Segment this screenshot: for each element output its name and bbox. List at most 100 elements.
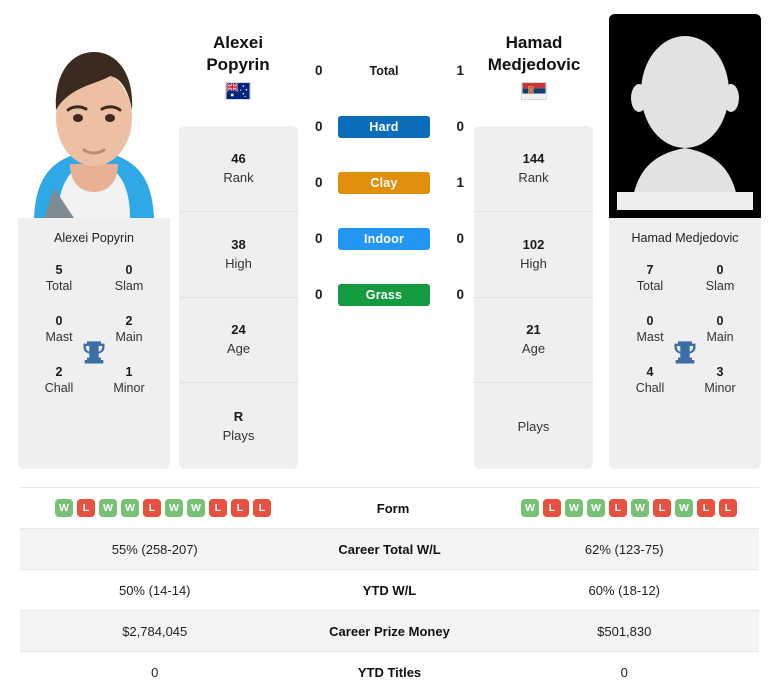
stat-age-value-right: 21 xyxy=(526,322,541,338)
stat-plays-left: R Plays xyxy=(179,383,298,469)
stat-high-left: 38 High xyxy=(179,212,298,298)
form-badge-win[interactable]: W xyxy=(587,499,605,517)
h2h-row-indoor: 0 Indoor 0 xyxy=(303,228,476,284)
player-portrait-left-icon xyxy=(18,14,170,218)
h2h-surface-label-clay[interactable]: Clay xyxy=(338,172,430,194)
titles-total-label-right: Total xyxy=(636,279,664,293)
player-first-name-left: Alexei xyxy=(212,33,264,52)
player-stats-card-left: 46 Rank 38 High 24 Age R Plays xyxy=(179,126,298,469)
form-badge-win[interactable]: W xyxy=(55,499,73,517)
titles-slam-right: 0 Slam xyxy=(685,262,755,295)
stat-age-value-left: 24 xyxy=(231,322,246,338)
form-badge-loss[interactable]: L xyxy=(697,499,715,517)
form-badge-win[interactable]: W xyxy=(675,499,693,517)
form-badge-loss[interactable]: L xyxy=(143,499,161,517)
stat-age-label-right: Age xyxy=(521,341,546,357)
titles-minor-value-right: 3 xyxy=(716,365,724,379)
table-row: 50% (14-14) YTD W/L 60% (18-12) xyxy=(20,569,759,610)
australia-flag-icon xyxy=(225,82,251,100)
form-badge-loss[interactable]: L xyxy=(653,499,671,517)
form-badge-loss[interactable]: L xyxy=(231,499,249,517)
h2h-surface-list: 0 Total 1 0 Hard 0 0 Clay 1 0 Indoor 0 0 Grass 0 xyxy=(303,60,476,340)
titles-total-left: 5 Total xyxy=(24,262,94,295)
table-cell-left: WLWWLWWLLL xyxy=(20,499,293,517)
player-photo-right xyxy=(609,14,761,218)
form-badge-win[interactable]: W xyxy=(121,499,139,517)
stat-high-value-left: 38 xyxy=(231,236,246,252)
player-card-right[interactable]: Hamad Medjedovic 7 Total 0 Slam 0 Mast 0… xyxy=(609,14,761,469)
titles-main-value-right: 0 xyxy=(716,314,724,328)
h2h-right-count-indoor: 0 xyxy=(456,231,464,246)
titles-main-label-left: Main xyxy=(115,330,143,344)
form-badge-win[interactable]: W xyxy=(165,499,183,517)
form-badge-loss[interactable]: L xyxy=(209,499,227,517)
h2h-row-clay: 0 Clay 1 xyxy=(303,172,476,228)
titles-grid-left: 5 Total 0 Slam 0 Mast 2 Main 2 Chall 1 M… xyxy=(18,258,170,397)
form-badge-win[interactable]: W xyxy=(521,499,539,517)
h2h-surface-label-indoor[interactable]: Indoor xyxy=(338,228,430,250)
table-row: W L W W L W W L L L Form W L W W L W L W L L xyxy=(20,487,759,528)
titles-chall-right: 4 Chall xyxy=(615,364,685,397)
stat-rank-label-left: Rank xyxy=(223,169,254,185)
table-row-label: Career Prize Money xyxy=(329,623,450,639)
form-badge-loss[interactable]: L xyxy=(719,499,737,517)
player-heading-left[interactable]: Alexei Popyrin xyxy=(168,32,308,100)
table-row: 0 YTD Titles 0 xyxy=(20,651,759,692)
titles-total-value-right: 7 xyxy=(646,263,654,277)
titles-total-right: 7 Total xyxy=(615,262,685,295)
h2h-right-count-hard: 0 xyxy=(456,119,464,134)
titles-chall-value-right: 4 xyxy=(646,365,654,379)
titles-slam-left: 0 Slam xyxy=(94,262,164,295)
h2h-surface-label-hard[interactable]: Hard xyxy=(338,116,430,138)
player-name-caption-right: Hamad Medjedovic xyxy=(631,231,739,245)
form-badge-loss[interactable]: L xyxy=(543,499,561,517)
player-heading-right[interactable]: Hamad Medjedovic xyxy=(464,32,604,100)
stat-high-label-left: High xyxy=(225,255,252,271)
h2h-left-count-grass: 0 xyxy=(315,287,323,302)
titles-minor-left: 1 Minor xyxy=(94,364,164,397)
titles-minor-label-left: Minor xyxy=(113,381,145,395)
titles-minor-right: 3 Minor xyxy=(685,364,755,397)
table-cell-left: 55% (258-207) xyxy=(111,541,198,557)
stat-rank-left: 46 Rank xyxy=(179,126,298,212)
stat-age-left: 24 Age xyxy=(179,298,298,384)
stat-plays-right: Plays xyxy=(474,383,593,469)
player-name-caption-left: Alexei Popyrin xyxy=(54,231,134,245)
table-cell-right: WLWWLWLWLL xyxy=(493,499,759,517)
form-badge-loss[interactable]: L xyxy=(77,499,95,517)
h2h-surface-label-grass[interactable]: Grass xyxy=(338,284,430,306)
form-badge-win[interactable]: W xyxy=(187,499,205,517)
titles-mast-value-right: 0 xyxy=(646,314,654,328)
form-badge-win[interactable]: W xyxy=(99,499,117,517)
titles-total-label-left: Total xyxy=(45,279,73,293)
stat-rank-value-right: 144 xyxy=(522,150,545,166)
titles-main-label-right: Main xyxy=(706,330,734,344)
stat-age-right: 21 Age xyxy=(474,298,593,384)
form-badge-win[interactable]: W xyxy=(565,499,583,517)
player-stats-card-right: 144 Rank 102 High 21 Age Plays xyxy=(474,126,593,469)
stat-high-right: 102 High xyxy=(474,212,593,298)
table-row: 55% (258-207) Career Total W/L 62% (123-75… xyxy=(20,528,759,569)
h2h-right-count-total: 1 xyxy=(456,63,464,78)
titles-slam-value-right: 0 xyxy=(716,263,724,277)
titles-mast-label-left: Mast xyxy=(45,330,73,344)
h2h-row-hard: 0 Hard 0 xyxy=(303,116,476,172)
titles-slam-label-right: Slam xyxy=(705,279,735,293)
table-row-label: Form xyxy=(376,500,410,516)
form-badge-loss[interactable]: L xyxy=(253,499,271,517)
form-strip-left: WLWWLWWLLL xyxy=(55,499,271,517)
table-cell-left: 0 xyxy=(151,664,159,680)
form-badge-loss[interactable]: L xyxy=(609,499,627,517)
player-avatar-placeholder-icon xyxy=(609,14,761,218)
table-cell-right: 60% (18-12) xyxy=(588,582,661,598)
titles-slam-value-left: 0 xyxy=(125,263,133,277)
h2h-right-count-clay: 1 xyxy=(456,175,464,190)
player-card-left[interactable]: Alexei Popyrin 5 Total 0 Slam 0 Mast 2 M… xyxy=(18,14,170,469)
table-cell-left: 50% (14-14) xyxy=(118,582,191,598)
stat-plays-label-right: Plays xyxy=(517,418,550,434)
titles-chall-left: 2 Chall xyxy=(24,364,94,397)
form-badge-win[interactable]: W xyxy=(631,499,649,517)
stat-rank-label-right: Rank xyxy=(518,169,549,185)
h2h-left-count-indoor: 0 xyxy=(315,231,323,246)
titles-chall-value-left: 2 xyxy=(55,365,63,379)
